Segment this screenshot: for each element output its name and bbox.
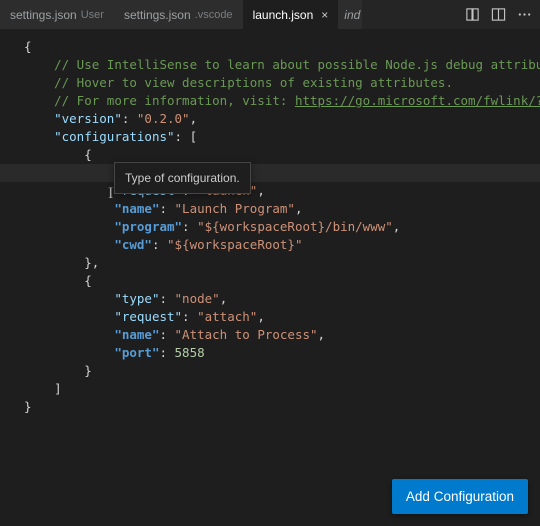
json-string: "Attach to Process" [175,327,318,342]
tab-title: settings.json [124,8,191,22]
json-string: "${workspaceRoot}/bin/www" [197,219,393,234]
json-key: "cwd" [114,237,152,252]
tab-overflow[interactable]: ind [338,0,362,29]
tab-launch-json[interactable]: launch.json × [243,0,339,29]
hover-tooltip: Type of configuration. [114,162,251,194]
code-comment: // For more information, visit: [54,93,295,108]
code-editor[interactable]: { // Use IntelliSense to learn about pos… [0,30,540,526]
json-key: "type" [114,291,159,306]
json-string: "attach" [197,309,257,324]
json-key: "port" [114,345,159,360]
code-comment: // Use IntelliSense to learn about possi… [54,57,540,72]
json-string: "${workspaceRoot}" [167,237,302,252]
json-string: "node" [175,291,220,306]
json-string: "0.2.0" [137,111,190,126]
json-key: "request" [114,309,182,324]
tab-subtitle: .vscode [195,9,233,21]
tab-bar: settings.json User settings.json .vscode… [0,0,540,30]
tab-settings-user[interactable]: settings.json User [0,0,114,29]
tab-title: settings.json [10,8,77,22]
tab-subtitle: User [81,9,104,21]
tabbar-actions [462,5,540,25]
json-key: "name" [114,327,159,342]
code-comment: // Hover to view descriptions of existin… [54,75,453,90]
close-icon[interactable]: × [321,8,328,22]
compare-icon[interactable] [462,5,482,25]
json-key: "name" [114,201,159,216]
json-string: "Launch Program" [175,201,295,216]
tab-title: launch.json [253,8,314,22]
tab-title: ind [344,8,360,22]
add-configuration-button[interactable]: Add Configuration [392,479,528,514]
json-key: "configurations" [54,129,174,144]
text-cursor-icon: I [108,185,113,203]
tab-settings-vscode[interactable]: settings.json .vscode [114,0,243,29]
json-number: 5858 [175,345,205,360]
json-key: "program" [114,219,182,234]
split-editor-icon[interactable] [488,5,508,25]
comment-link[interactable]: https://go.microsoft.com/fwlink/?li [295,93,540,108]
more-icon[interactable] [514,5,534,25]
json-key: "version" [54,111,122,126]
